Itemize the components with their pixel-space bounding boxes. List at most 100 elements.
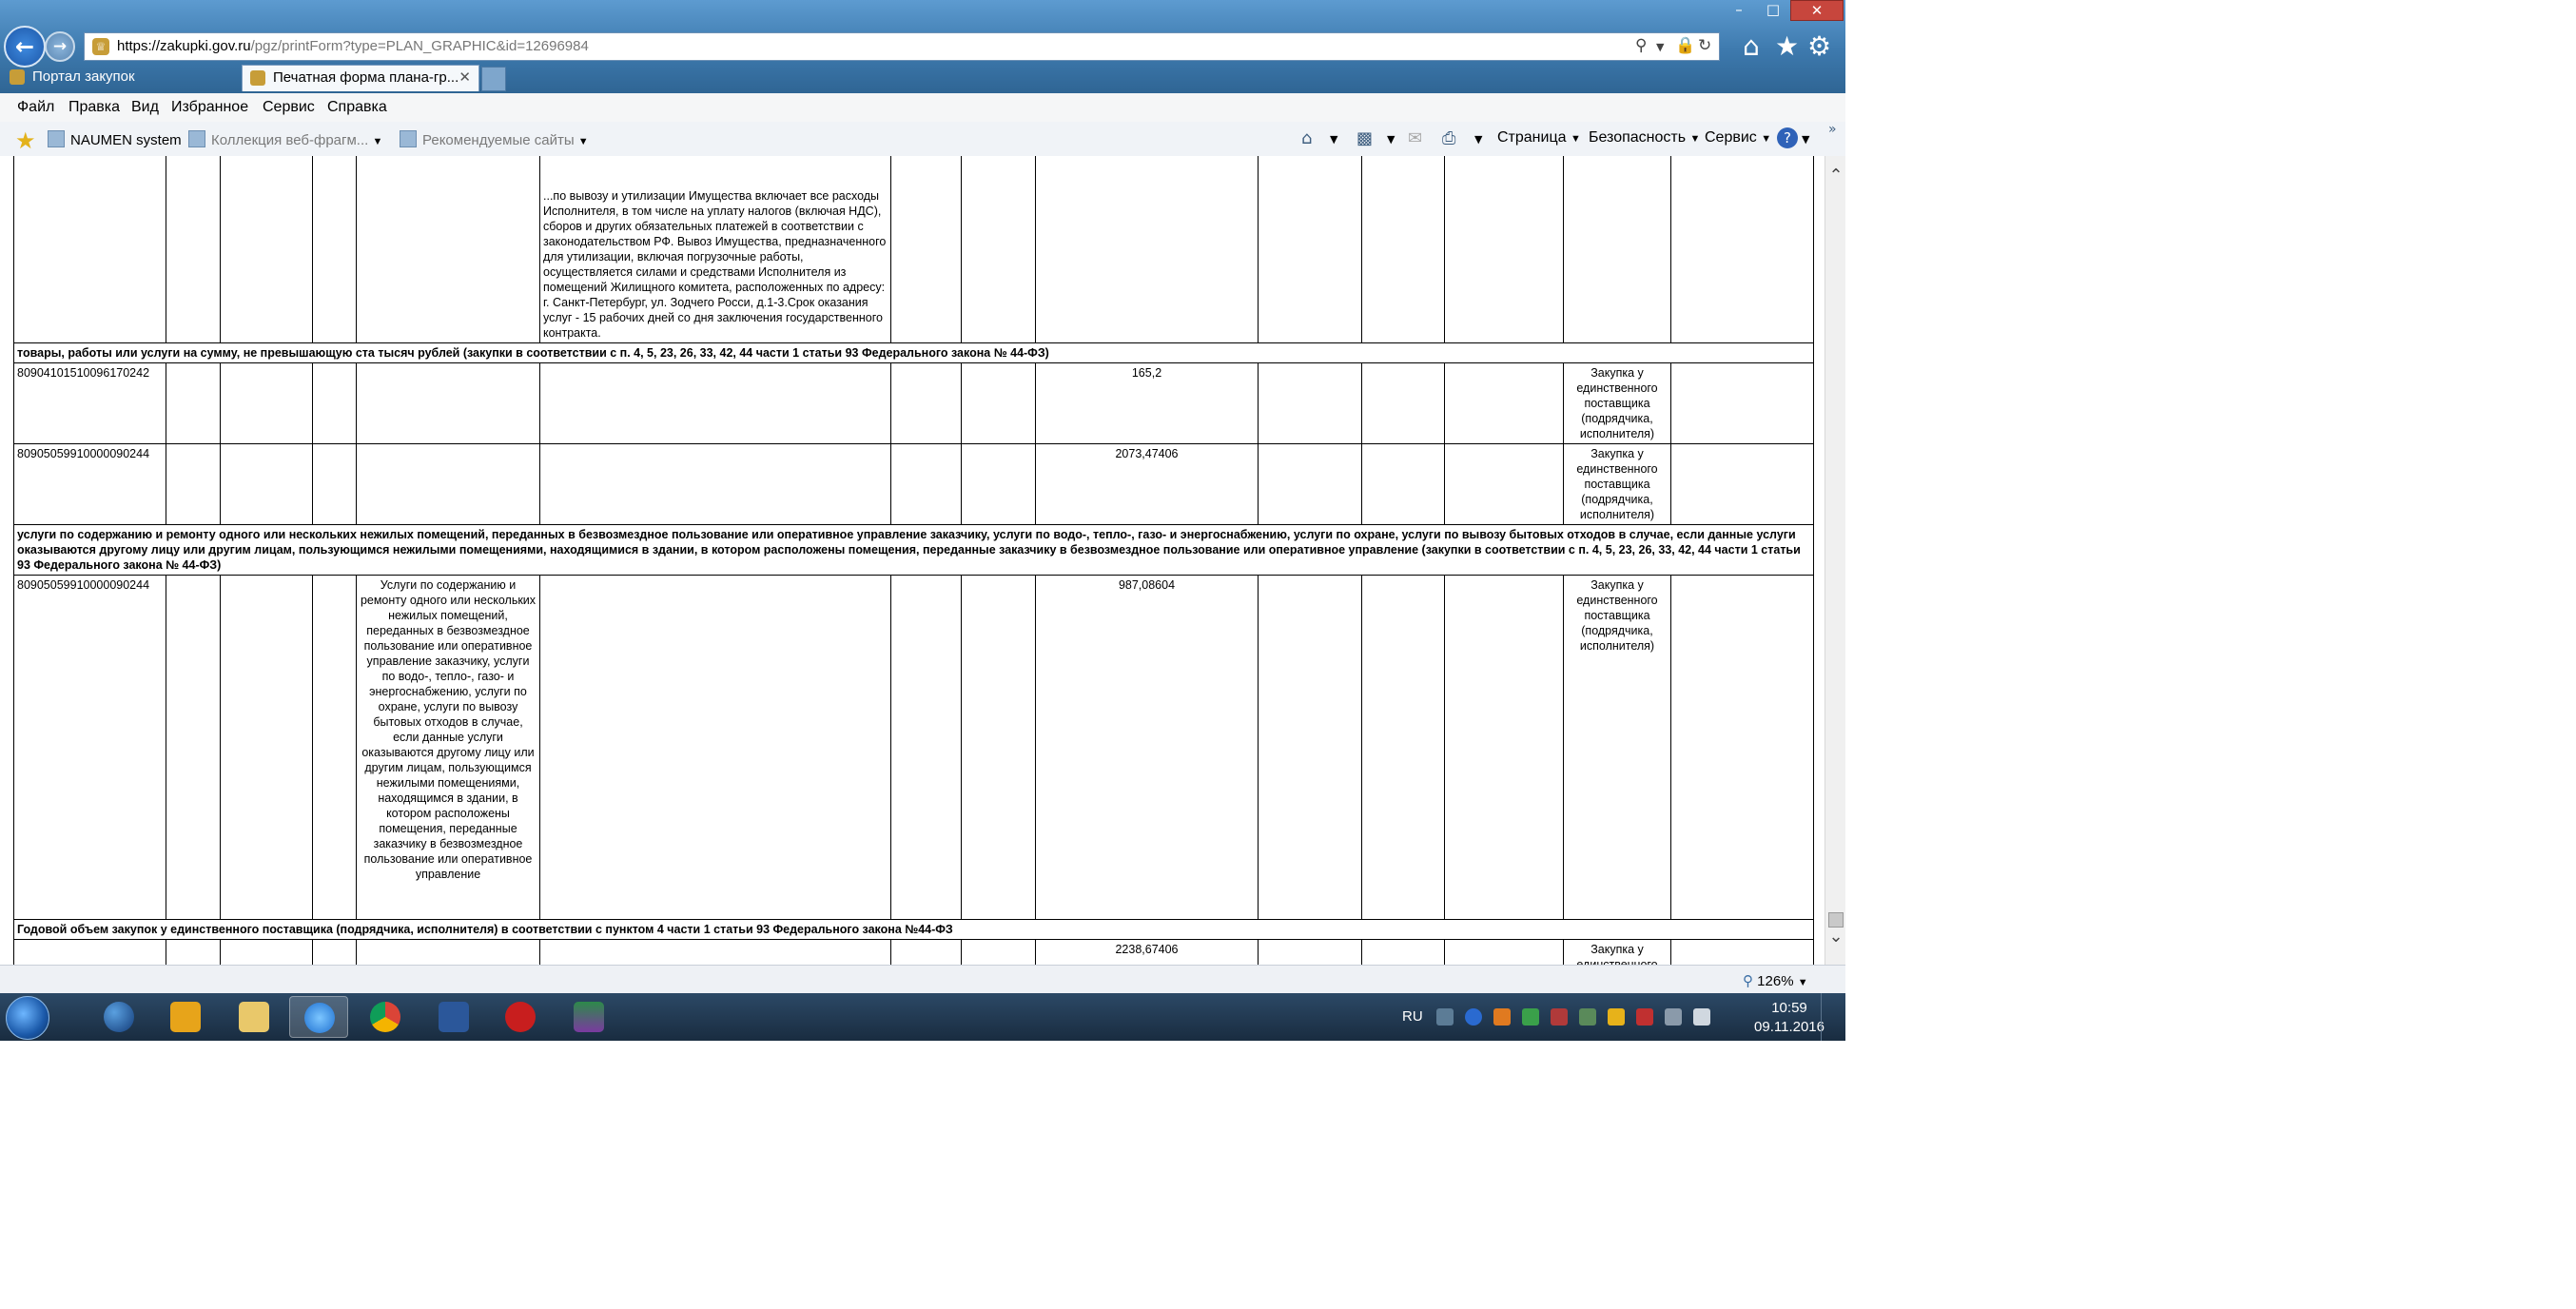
page-content: ...по вывозу и утилизации Имущества вклю… [0, 156, 1825, 965]
menu-favorites[interactable]: Избранное [171, 99, 248, 116]
print-icon[interactable]: ⎙ [1442, 128, 1455, 148]
cell-amount: 987,08604 [1035, 575, 1259, 920]
taskbar-app-internet-explorer[interactable] [289, 996, 348, 1038]
home-icon[interactable]: ⌂ [1301, 128, 1312, 148]
browser-window: ← → ♕ https://zakupki.gov.ru/pgz/printFo… [0, 0, 1845, 1041]
refresh-icon[interactable]: ↻ [1698, 36, 1711, 55]
forward-button[interactable]: → [45, 31, 75, 62]
back-button[interactable]: ← [4, 26, 46, 68]
menu-edit[interactable]: Правка [68, 99, 120, 116]
home-icon[interactable]: ⌂ [1743, 30, 1760, 62]
table-group-header: услуги по содержанию и ремонту одного ил… [13, 524, 1814, 576]
cell-method: Закупка у единственного поставщика (подр… [1563, 939, 1671, 965]
tray-icon[interactable] [1522, 1008, 1539, 1026]
close-window-button[interactable]: ✕ [1790, 0, 1844, 21]
tray-icon[interactable] [1636, 1008, 1653, 1026]
cell-code: 80904101510096170242 [13, 362, 166, 444]
tools-menu-button[interactable]: Сервис ▼ [1705, 129, 1771, 147]
safety-menu-label: Безопасность [1589, 129, 1687, 146]
internet-explorer-icon [304, 1003, 335, 1033]
address-bar[interactable]: ♕ https://zakupki.gov.ru/pgz/printForm?t… [84, 32, 1720, 61]
title-bar: ← → ♕ https://zakupki.gov.ru/pgz/printFo… [0, 0, 1845, 93]
fav-webslice-gallery[interactable]: Коллекция веб-фрагм... ▼ [188, 130, 382, 148]
taskbar-app-red[interactable] [491, 996, 550, 1038]
language-indicator[interactable]: RU [1402, 1008, 1423, 1025]
page-menu-label: Страница [1497, 129, 1567, 146]
page-icon [400, 130, 417, 147]
menu-file[interactable]: Файл [17, 99, 54, 116]
fav-label: NAUMEN system [70, 132, 182, 148]
scroll-down-arrow-icon[interactable]: ⌄ [1825, 927, 1845, 947]
dropdown-arrow-icon[interactable]: ▼ [1387, 133, 1395, 146]
cell-code: 80905059910000090244 [13, 575, 166, 920]
clock-time[interactable]: 10:59 [1756, 1000, 1823, 1016]
dropdown-arrow-icon[interactable]: ▼ [1330, 133, 1337, 146]
cell-method: Закупка у единственного поставщика (подр… [1563, 443, 1671, 525]
taskbar-app-other[interactable] [559, 996, 618, 1038]
cell-amount: 2238,67406 [1035, 939, 1259, 965]
site-favicon-icon [10, 69, 25, 85]
favorites-bar: ★ NAUMEN system Коллекция веб-фрагм... ▼… [0, 122, 1845, 157]
chevron-more-icon[interactable]: » [1828, 122, 1837, 137]
help-icon[interactable]: ? [1777, 127, 1798, 148]
zoom-control[interactable]: ⚲ 126% ▼ [1743, 972, 1808, 989]
table-group-header: товары, работы или услуги на сумму, не п… [13, 342, 1814, 363]
mail-icon[interactable]: ✉ [1408, 128, 1422, 148]
tray-icon[interactable] [1579, 1008, 1596, 1026]
dropdown-arrow-icon[interactable]: ▼ [1802, 133, 1809, 146]
search-icon[interactable]: ⚲ [1635, 36, 1647, 55]
taskbar-app-explorer[interactable] [224, 996, 283, 1038]
menu-tools[interactable]: Сервис [263, 99, 315, 116]
taskbar-app-outlook[interactable] [156, 996, 215, 1038]
network-icon[interactable] [1665, 1008, 1682, 1026]
favorites-star-icon[interactable]: ★ [1775, 30, 1799, 62]
menu-view[interactable]: Вид [131, 99, 159, 116]
status-bar: ⚲ 126% ▼ [0, 965, 1845, 994]
fav-suggested-sites[interactable]: Рекомендуемые сайты ▼ [400, 130, 589, 148]
vertical-scrollbar[interactable]: ⌃ ⌄ [1825, 156, 1845, 965]
new-tab-button[interactable] [481, 67, 506, 91]
scroll-up-arrow-icon[interactable]: ⌃ [1825, 166, 1845, 186]
dropdown-arrow-icon[interactable]: ▼ [1656, 41, 1664, 53]
taskbar-app-word[interactable] [424, 996, 483, 1038]
menu-bar: Файл Правка Вид Избранное Сервис Справка [0, 93, 1845, 123]
tab-close-icon[interactable]: ✕ [459, 66, 471, 90]
rss-feed-icon[interactable]: ▩ [1356, 128, 1373, 148]
group-small-purchases: товары, работы или услуги на сумму, не п… [13, 342, 1814, 363]
url-text[interactable]: https://zakupki.gov.ru/pgz/printForm?typ… [117, 38, 589, 54]
taskbar-app-chrome[interactable] [356, 996, 415, 1038]
fav-naumen[interactable]: NAUMEN system [48, 130, 182, 148]
url-host: https://zakupki.gov.ru [117, 38, 251, 54]
page-menu-button[interactable]: Страница ▼ [1497, 129, 1581, 147]
minimize-button[interactable]: – [1722, 0, 1756, 21]
lock-icon[interactable]: 🔒 [1675, 36, 1695, 55]
bluetooth-icon[interactable] [1465, 1008, 1482, 1026]
tray-icon[interactable] [1551, 1008, 1568, 1026]
maximize-button[interactable]: □ [1756, 0, 1790, 21]
arrow-left-icon: ← [14, 33, 35, 60]
volume-icon[interactable] [1693, 1008, 1710, 1026]
tab-label: Печатная форма плана-гр... [273, 69, 459, 86]
start-button[interactable] [6, 996, 49, 1040]
taskbar: RU 10:59 09.11.2016 [0, 993, 1845, 1041]
dropdown-arrow-icon[interactable]: ▼ [1474, 133, 1482, 146]
scroll-thumb[interactable] [1828, 912, 1844, 928]
tray-icon[interactable] [1493, 1008, 1511, 1026]
page-icon [188, 130, 205, 147]
show-desktop-button[interactable] [1821, 993, 1845, 1041]
table-row: 2238,67406 Закупка у единственного поста… [13, 939, 1814, 965]
group-premises-services: услуги по содержанию и ремонту одного ил… [13, 524, 1814, 576]
safety-menu-button[interactable]: Безопасность ▼ [1589, 129, 1700, 147]
settings-gear-icon[interactable]: ⚙ [1807, 30, 1831, 62]
tab-portal[interactable]: Портал закупок [2, 65, 238, 91]
site-favicon-icon [250, 70, 265, 86]
table-row: ...по вывозу и утилизации Имущества вклю… [13, 156, 1814, 343]
outlook-tray-icon[interactable] [1608, 1008, 1625, 1026]
taskbar-app-globe[interactable] [89, 996, 148, 1038]
add-favorite-star-icon[interactable]: ★ [15, 127, 36, 154]
menu-help[interactable]: Справка [327, 99, 387, 116]
cell-amount: 165,2 [1035, 362, 1259, 444]
url-path: /pgz/printForm?type=PLAN_GRAPHIC&id=1269… [250, 38, 589, 54]
tray-icon[interactable] [1436, 1008, 1454, 1026]
tab-print-form[interactable]: Печатная форма плана-гр... ✕ [242, 65, 479, 91]
